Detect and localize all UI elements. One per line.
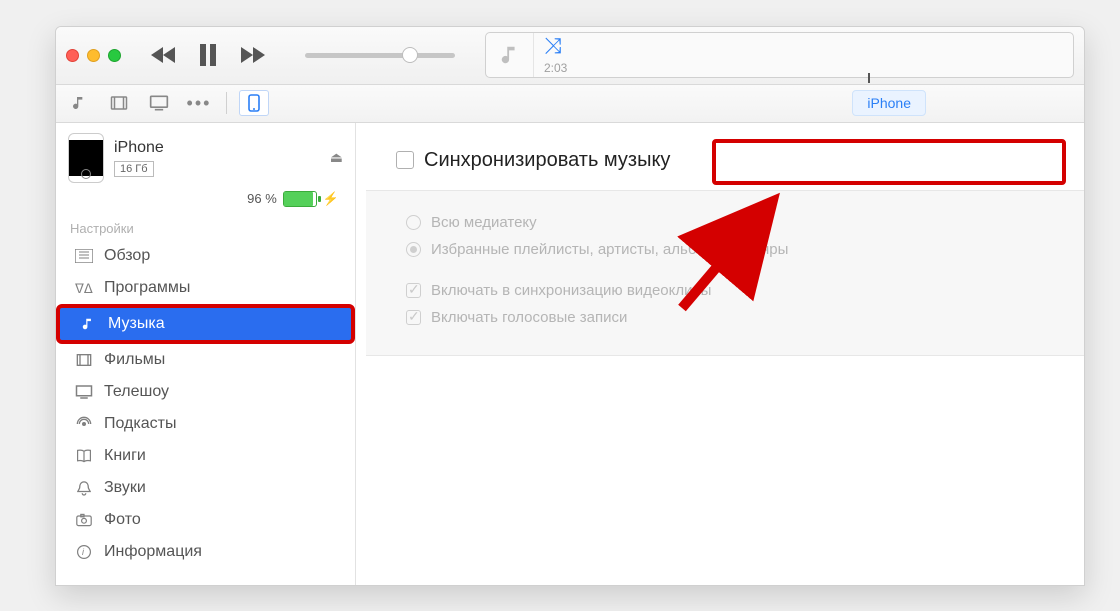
sidebar-item-label: Обзор: [104, 247, 150, 265]
books-icon: [74, 449, 94, 463]
sidebar-item-label: Звуки: [104, 479, 146, 497]
itunes-window: ⤨ 2:03 ••• iPhone: [55, 26, 1085, 586]
charging-icon: ⚡: [323, 191, 339, 207]
sidebar-item-label: Музыка: [108, 315, 165, 333]
window-body: iPhone 16 Гб ⏏ 96 % ⚡ Настройки Обзор ᐁᐃᐅ…: [56, 123, 1084, 585]
battery-percent: 96 %: [247, 191, 277, 206]
volume-thumb[interactable]: [402, 47, 418, 63]
summary-icon: [74, 249, 94, 263]
sidebar-item-books[interactable]: Книги: [56, 440, 355, 472]
separator: [226, 92, 227, 114]
titlebar: ⤨ 2:03: [56, 27, 1084, 85]
sidebar: iPhone 16 Гб ⏏ 96 % ⚡ Настройки Обзор ᐁᐃᐅ…: [56, 123, 356, 585]
window-controls: [66, 49, 121, 62]
device-storage: 16 Гб: [114, 161, 154, 177]
info-icon: i: [74, 544, 94, 560]
minimize-icon[interactable]: [87, 49, 100, 62]
more-tab-icon[interactable]: •••: [184, 90, 214, 116]
sidebar-item-movies[interactable]: Фильмы: [56, 344, 355, 376]
radio-label: Избранные плейлисты, артисты, альбомы и …: [431, 241, 788, 258]
playback-controls: [151, 44, 265, 66]
music-icon: [78, 316, 98, 332]
zoom-icon[interactable]: [108, 49, 121, 62]
sidebar-nav: Обзор ᐁᐃᐅ Программы Музыка Фильмы Телешоу Подк…: [56, 240, 355, 568]
radio-label: Всю медиатеку: [431, 214, 537, 231]
sidebar-item-label: Подкасты: [104, 415, 176, 433]
device-tab-icon[interactable]: [239, 90, 269, 116]
tv-tab-icon[interactable]: [144, 90, 174, 116]
sidebar-item-label: Фильмы: [104, 351, 165, 369]
checkbox-label: Включать голосовые записи: [431, 309, 627, 326]
checkbox-include-videos[interactable]: Включать в синхронизацию видеоклипы: [406, 277, 1044, 304]
sidebar-item-label: Программы: [104, 279, 190, 297]
sync-music-checkbox[interactable]: [396, 151, 414, 169]
sync-music-row: Синхронизировать музыку: [356, 123, 1084, 190]
photos-icon: [74, 513, 94, 527]
tones-icon: [74, 480, 94, 496]
device-name: iPhone: [114, 139, 320, 157]
sidebar-item-tv[interactable]: Телешоу: [56, 376, 355, 408]
battery-icon: [283, 191, 317, 207]
sync-music-label: Синхронизировать музыку: [424, 149, 670, 172]
device-thumbnail-icon: [68, 133, 104, 183]
checkbox-label: Включать в синхронизацию видеоклипы: [431, 282, 711, 299]
volume-slider[interactable]: [305, 53, 455, 58]
check-icon: [406, 283, 421, 298]
sidebar-item-podcasts[interactable]: Подкасты: [56, 408, 355, 440]
music-note-icon: [486, 33, 534, 77]
music-tab-icon[interactable]: [64, 90, 94, 116]
radio-icon: [406, 242, 421, 257]
movies-tab-icon[interactable]: [104, 90, 134, 116]
radio-selected-playlists[interactable]: Избранные плейлисты, артисты, альбомы и …: [406, 236, 1044, 263]
checkbox-include-voice-memos[interactable]: Включать голосовые записи: [406, 304, 1044, 331]
shuffle-icon[interactable]: ⤨: [544, 33, 562, 58]
podcasts-icon: [74, 416, 94, 432]
device-header: iPhone 16 Гб ⏏: [56, 123, 355, 189]
sidebar-section-header: Настройки: [56, 217, 355, 240]
sidebar-item-label: Телешоу: [104, 383, 169, 401]
pause-button[interactable]: [199, 44, 217, 66]
timecode: 2:03: [544, 61, 567, 75]
check-icon: [406, 310, 421, 325]
sidebar-item-info[interactable]: i Информация: [56, 536, 355, 568]
media-tabs: ••• iPhone: [56, 85, 1084, 123]
sidebar-item-summary[interactable]: Обзор: [56, 240, 355, 272]
radio-icon: [406, 215, 421, 230]
next-button[interactable]: [239, 45, 265, 65]
sidebar-item-label: Информация: [104, 543, 202, 561]
previous-button[interactable]: [151, 45, 177, 65]
sidebar-item-photos[interactable]: Фото: [56, 504, 355, 536]
svg-text:i: i: [82, 547, 85, 557]
tv-icon: [74, 385, 94, 399]
radio-entire-library[interactable]: Всю медиатеку: [406, 209, 1044, 236]
device-pill[interactable]: iPhone: [852, 90, 926, 116]
scrubber[interactable]: [534, 77, 1073, 79]
apps-icon: ᐁᐃᐅ: [74, 281, 94, 295]
sidebar-item-music[interactable]: Музыка: [56, 304, 355, 344]
sidebar-item-label: Фото: [104, 511, 141, 529]
sidebar-item-tones[interactable]: Звуки: [56, 472, 355, 504]
sidebar-item-apps[interactable]: ᐁᐃᐅ Программы: [56, 272, 355, 304]
battery-row: 96 % ⚡: [56, 189, 355, 217]
content-pane: Синхронизировать музыку Всю медиатеку Из…: [356, 123, 1084, 585]
sync-options-panel: Всю медиатеку Избранные плейлисты, артис…: [366, 190, 1084, 356]
sidebar-item-label: Книги: [104, 447, 146, 465]
close-icon[interactable]: [66, 49, 79, 62]
lcd-display: ⤨ 2:03: [485, 32, 1074, 78]
svg-text:ᐁᐃᐅ: ᐁᐃᐅ: [75, 281, 93, 295]
movies-icon: [74, 353, 94, 367]
eject-icon[interactable]: ⏏: [330, 149, 343, 166]
